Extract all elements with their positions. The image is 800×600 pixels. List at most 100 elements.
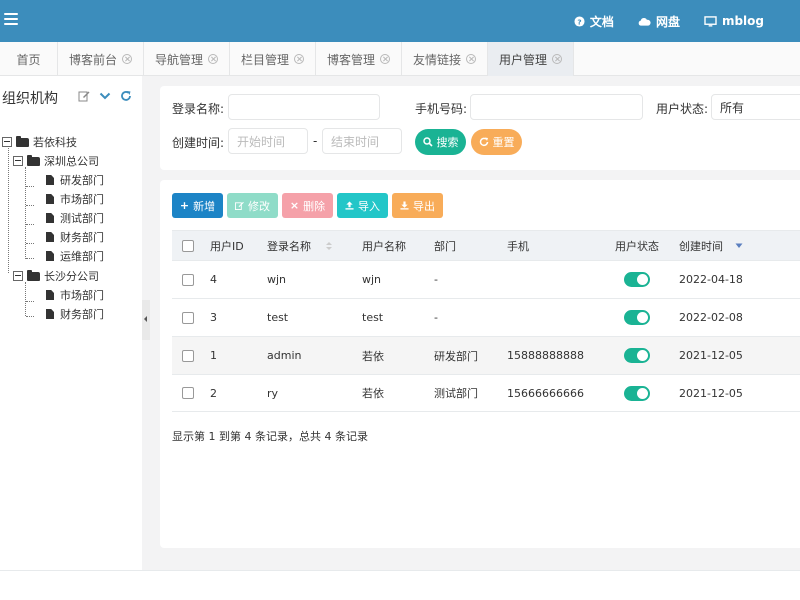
status-toggle[interactable] bbox=[624, 337, 650, 374]
column-header-login-name[interactable]: 登录名称 bbox=[267, 231, 333, 260]
panel-collapse-handle[interactable] bbox=[142, 300, 150, 340]
tab-blog-manage[interactable]: 博客管理 bbox=[316, 42, 402, 76]
column-header-created-time[interactable]: 创建时间 bbox=[679, 231, 743, 260]
cell-department: 研发部门 bbox=[434, 349, 478, 363]
tree-node-label: 市场部门 bbox=[60, 289, 104, 302]
tree-node-shenzhen[interactable]: 深圳总公司 bbox=[13, 152, 99, 170]
cell-login-name: admin bbox=[267, 349, 302, 362]
date-range-separator: - bbox=[313, 134, 318, 148]
cell-created-time: 2021-12-05 bbox=[679, 386, 743, 400]
tab-home[interactable]: 首页 bbox=[0, 42, 58, 76]
phone-label: 手机号码: bbox=[415, 102, 468, 116]
file-icon bbox=[46, 290, 54, 300]
export-button[interactable]: 导出 bbox=[392, 193, 443, 218]
status-toggle[interactable] bbox=[624, 261, 650, 298]
tab-label: 用户管理 bbox=[498, 52, 547, 67]
login-name-input[interactable] bbox=[228, 94, 380, 120]
table-row[interactable]: 3 test test - 2022-02-08 bbox=[172, 298, 800, 336]
cell-user-id: 4 bbox=[210, 273, 217, 286]
tree-node-changsha[interactable]: 长沙分公司 bbox=[13, 267, 99, 285]
tab-user-manage[interactable]: 用户管理 bbox=[488, 42, 574, 76]
file-icon bbox=[46, 251, 54, 261]
end-time-input[interactable]: 结束时间 bbox=[322, 128, 402, 154]
user-table-panel: + 新增 修改 × 删除 导入 导出 用户ID 登录名称 用户名称 部门 手机 用户… bbox=[160, 180, 800, 548]
chevron-down-icon[interactable] bbox=[99, 90, 111, 102]
column-header-status[interactable]: 用户状态 bbox=[615, 231, 659, 260]
cell-created-time: 2022-02-08 bbox=[679, 311, 743, 324]
sort-desc-icon bbox=[735, 243, 743, 248]
file-icon bbox=[46, 213, 54, 223]
close-icon[interactable] bbox=[552, 54, 562, 64]
row-checkbox[interactable] bbox=[182, 299, 194, 336]
svg-text:?: ? bbox=[577, 17, 581, 26]
monitor-icon bbox=[704, 15, 717, 27]
tab-column-manage[interactable]: 栏目管理 bbox=[230, 42, 316, 76]
mblog-link[interactable]: mblog bbox=[704, 14, 764, 28]
edit-icon[interactable] bbox=[78, 90, 90, 102]
import-button[interactable]: 导入 bbox=[337, 193, 388, 218]
pagination-info: 显示第 1 到第 4 条记录，总共 4 条记录 bbox=[172, 430, 368, 443]
cell-login-name: ry bbox=[267, 386, 279, 400]
table-row[interactable]: 2 ry 若依 测试部门 15666666666 2021-12-05 bbox=[172, 374, 800, 412]
search-button[interactable]: 搜索 bbox=[415, 129, 466, 155]
status-toggle[interactable] bbox=[624, 375, 650, 411]
edit-button[interactable]: 修改 bbox=[227, 193, 278, 218]
tree-node-dept[interactable]: 财务部门 bbox=[46, 228, 104, 246]
reset-button-label: 重置 bbox=[492, 136, 515, 149]
menu-toggle-icon[interactable] bbox=[4, 13, 18, 27]
table-row[interactable]: 4 wjn wjn - 2022-04-18 bbox=[172, 260, 800, 298]
folder-open-icon bbox=[27, 269, 40, 281]
tab-label: 友情链接 bbox=[412, 52, 461, 67]
status-toggle[interactable] bbox=[624, 299, 650, 336]
netdisk-link[interactable]: 网盘 bbox=[638, 13, 680, 30]
tree-node-dept[interactable]: 研发部门 bbox=[46, 171, 104, 189]
close-icon[interactable] bbox=[380, 54, 390, 64]
netdisk-link-label: 网盘 bbox=[655, 14, 680, 29]
delete-button[interactable]: × 删除 bbox=[282, 193, 333, 218]
collapse-icon[interactable] bbox=[13, 271, 23, 281]
cell-phone: 15666666666 bbox=[507, 386, 584, 400]
docs-link[interactable]: ? 文档 bbox=[574, 13, 614, 30]
reset-button[interactable]: 重置 bbox=[471, 129, 522, 155]
tree-node-label: 长沙分公司 bbox=[44, 270, 99, 283]
tab-friend-links[interactable]: 友情链接 bbox=[402, 42, 488, 76]
add-button-label: 新增 bbox=[193, 199, 216, 213]
column-header-user-id[interactable]: 用户ID bbox=[210, 231, 244, 260]
close-icon[interactable] bbox=[122, 54, 132, 64]
search-button-label: 搜索 bbox=[436, 136, 459, 149]
collapse-icon[interactable] bbox=[2, 137, 12, 147]
row-checkbox[interactable] bbox=[182, 337, 194, 374]
delete-button-label: 删除 bbox=[303, 199, 326, 213]
table-row[interactable]: 1 admin 若依 研发部门 15888888888 2021-12-05 bbox=[172, 336, 800, 374]
tree-node-dept[interactable]: 财务部门 bbox=[46, 305, 104, 323]
tab-bar: 首页 博客前台 导航管理 栏目管理 博客管理 友情链接 用户管理 bbox=[0, 42, 800, 76]
column-header-department[interactable]: 部门 bbox=[434, 231, 456, 260]
tab-label: 首页 bbox=[16, 52, 41, 67]
add-button[interactable]: + 新增 bbox=[172, 193, 223, 218]
close-icon[interactable] bbox=[208, 54, 218, 64]
tree-node-dept[interactable]: 运维部门 bbox=[46, 247, 104, 265]
tab-nav-manage[interactable]: 导航管理 bbox=[144, 42, 230, 76]
tab-blog-front[interactable]: 博客前台 bbox=[58, 42, 144, 76]
tree-node-dept[interactable]: 测试部门 bbox=[46, 209, 104, 227]
row-checkbox[interactable] bbox=[182, 375, 194, 411]
cell-department: - bbox=[434, 273, 438, 286]
tree-node-root[interactable]: 若依科技 bbox=[2, 133, 77, 151]
tree-node-dept[interactable]: 市场部门 bbox=[46, 286, 104, 304]
column-header-user-name[interactable]: 用户名称 bbox=[362, 231, 406, 260]
tree-node-label: 深圳总公司 bbox=[44, 155, 99, 168]
close-icon[interactable] bbox=[466, 54, 476, 64]
row-checkbox[interactable] bbox=[182, 261, 194, 298]
status-select[interactable]: 所有 bbox=[711, 94, 800, 120]
cloud-icon bbox=[638, 17, 651, 26]
status-select-value: 所有 bbox=[720, 100, 745, 115]
tree-node-dept[interactable]: 市场部门 bbox=[46, 190, 104, 208]
column-header-phone[interactable]: 手机 bbox=[507, 231, 529, 260]
phone-input[interactable] bbox=[470, 94, 643, 120]
close-icon[interactable] bbox=[294, 54, 304, 64]
select-all-checkbox[interactable] bbox=[182, 231, 194, 260]
collapse-icon[interactable] bbox=[13, 156, 23, 166]
start-time-input[interactable]: 开始时间 bbox=[228, 128, 308, 154]
tab-label: 博客管理 bbox=[326, 52, 375, 67]
refresh-icon[interactable] bbox=[120, 90, 132, 102]
